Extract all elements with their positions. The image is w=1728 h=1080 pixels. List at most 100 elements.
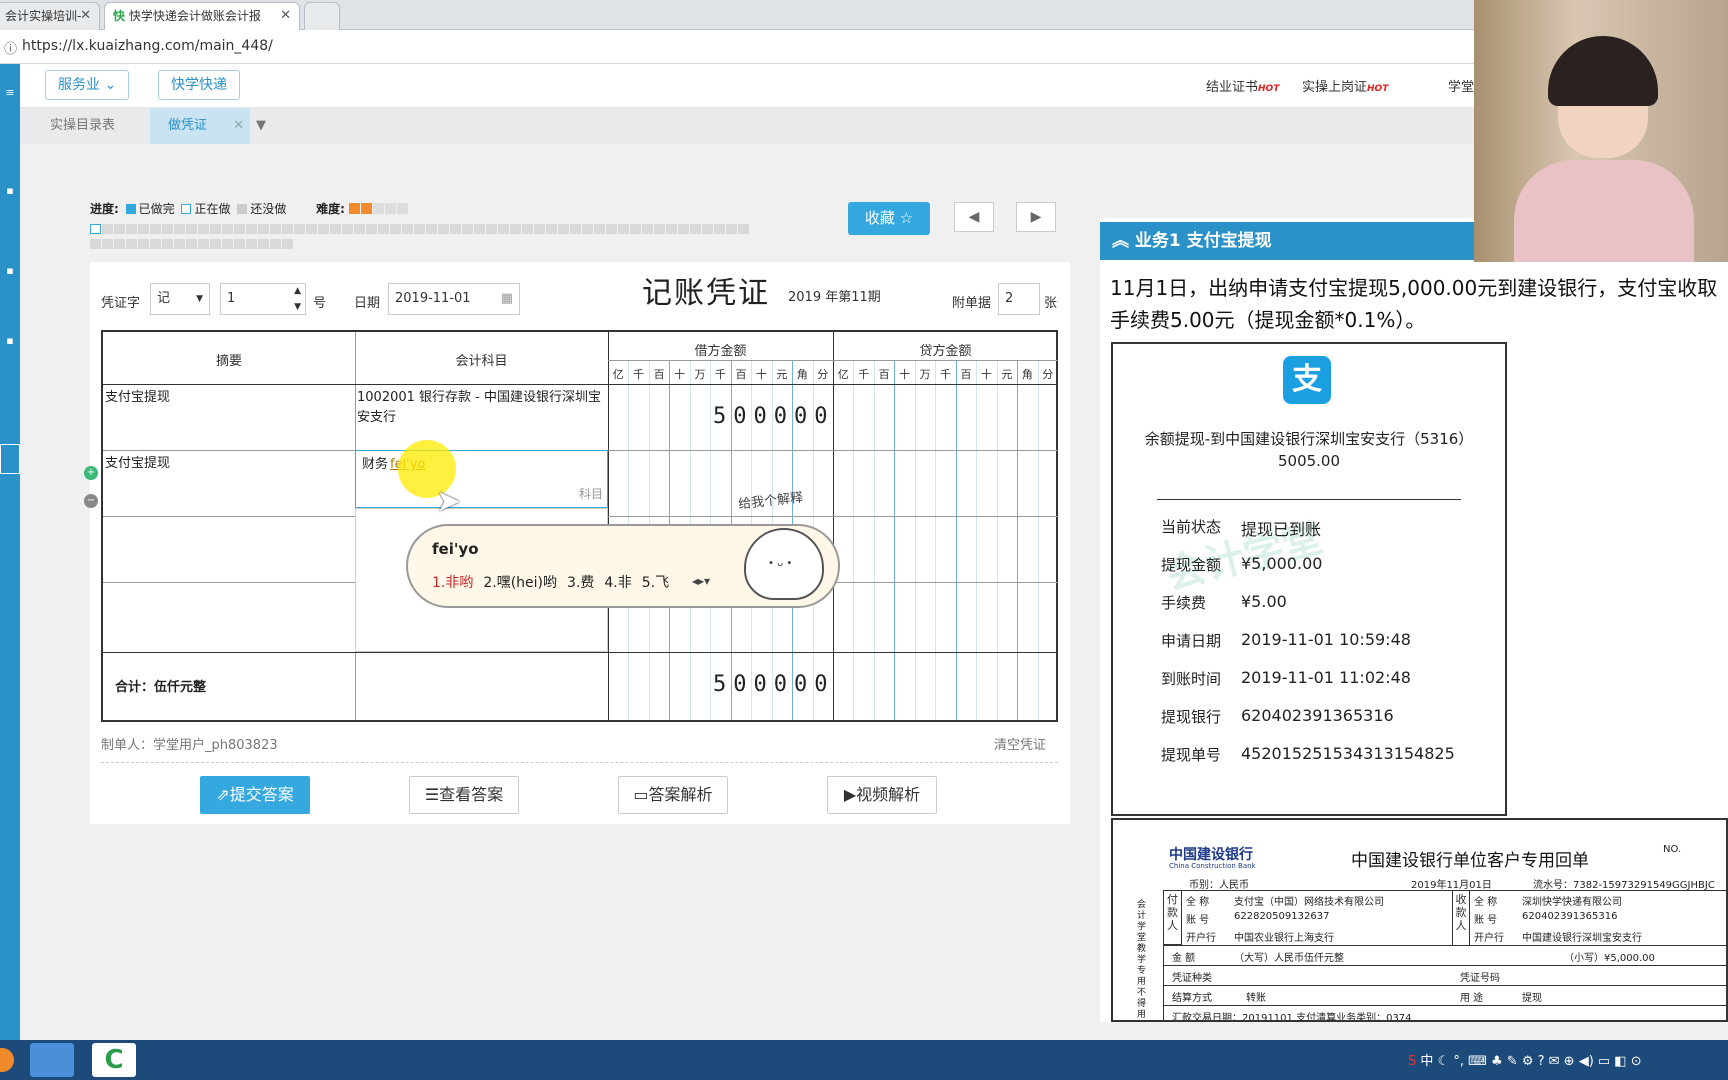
- sidebar-icon[interactable]: ≡: [0, 86, 20, 99]
- attach-count-input[interactable]: 2: [998, 283, 1040, 315]
- task-dot[interactable]: [210, 239, 221, 249]
- clear-voucher-link[interactable]: 清空凭证: [994, 734, 1046, 753]
- task-dot[interactable]: [198, 239, 209, 249]
- task-dot[interactable]: [522, 224, 533, 234]
- task-dot[interactable]: [282, 224, 293, 234]
- ime-candidate-popup[interactable]: fei'yo 1.非哟 2.嘿(hei)哟 3.费 4.非 5.飞 ◂▸▾ • ᴗ •: [406, 524, 840, 608]
- address-bar[interactable]: ⓘ https://lx.kuaizhang.com/main_448/: [0, 30, 1728, 64]
- task-dot[interactable]: [318, 224, 329, 234]
- app-c-icon[interactable]: C: [92, 1043, 136, 1077]
- task-dot[interactable]: [474, 224, 485, 234]
- task-dot[interactable]: [714, 224, 725, 234]
- row1-summary[interactable]: 支付宝提现: [105, 388, 353, 408]
- task-dot[interactable]: [594, 224, 605, 234]
- ime-candidate[interactable]: 2.嘿(hei)哟: [483, 575, 557, 591]
- sidebar-icon[interactable]: ▪: [0, 264, 20, 277]
- media-player-icon[interactable]: [30, 1043, 74, 1077]
- task-dot[interactable]: [126, 224, 137, 234]
- task-dot[interactable]: [558, 224, 569, 234]
- task-dot[interactable]: [282, 239, 293, 249]
- academy-link[interactable]: 学堂: [1448, 76, 1474, 95]
- new-tab-button[interactable]: [304, 2, 340, 30]
- ime-candidate[interactable]: 4.非: [604, 575, 631, 591]
- remove-row-icon[interactable]: −: [84, 494, 98, 508]
- task-dot[interactable]: [414, 224, 425, 234]
- sidebar-icon[interactable]: [0, 444, 20, 474]
- close-icon[interactable]: ✕: [280, 3, 291, 29]
- task-dot[interactable]: [90, 224, 101, 234]
- task-dot[interactable]: [702, 224, 713, 234]
- sidebar-icon[interactable]: ▪: [0, 334, 20, 347]
- voucher-number-stepper[interactable]: 1 ▲ ▼: [220, 283, 306, 315]
- task-dot[interactable]: [114, 239, 125, 249]
- task-dot[interactable]: [102, 224, 113, 234]
- task-dot[interactable]: [342, 224, 353, 234]
- task-dot[interactable]: [138, 239, 149, 249]
- task-dot[interactable]: [162, 239, 173, 249]
- task-dot[interactable]: [366, 224, 377, 234]
- ime-candidate[interactable]: 1.非哟: [432, 575, 473, 591]
- task-dot[interactable]: [690, 224, 701, 234]
- prev-button[interactable]: ◀: [954, 202, 994, 232]
- task-dot[interactable]: [390, 224, 401, 234]
- task-dot[interactable]: [210, 224, 221, 234]
- task-dot[interactable]: [570, 224, 581, 234]
- certificate-link[interactable]: 结业证书HOT: [1206, 76, 1279, 95]
- task-dot[interactable]: [486, 224, 497, 234]
- date-input[interactable]: 2019-11-01 ▦: [388, 283, 520, 315]
- browser-tab-active[interactable]: 快 快学快递会计做账会计报 ✕: [104, 2, 300, 30]
- close-icon[interactable]: ✕: [80, 3, 91, 29]
- task-dot[interactable]: [150, 239, 161, 249]
- video-analysis-button[interactable]: ▶视频解析: [827, 776, 937, 814]
- task-dot[interactable]: [306, 224, 317, 234]
- task-dot[interactable]: [606, 224, 617, 234]
- task-dot[interactable]: [438, 224, 449, 234]
- task-dot[interactable]: [234, 224, 245, 234]
- task-dot[interactable]: [642, 224, 653, 234]
- task-dot[interactable]: [402, 224, 413, 234]
- system-tray[interactable]: S 中 ☾ °, ⌨ ♣ ✎ ⚙ ? ✉ ⊕ ◀) ▭ ◧ ⊙: [1408, 1050, 1642, 1069]
- task-dot[interactable]: [126, 239, 137, 249]
- view-answer-button[interactable]: ☰查看答案: [409, 776, 519, 814]
- task-dot[interactable]: [270, 239, 281, 249]
- info-icon[interactable]: ⓘ: [4, 38, 17, 57]
- task-dot[interactable]: [666, 224, 677, 234]
- task-dot[interactable]: [186, 224, 197, 234]
- task-dot[interactable]: [270, 224, 281, 234]
- next-button[interactable]: ▶: [1016, 202, 1056, 232]
- task-dot[interactable]: [378, 224, 389, 234]
- task-dot[interactable]: [174, 224, 185, 234]
- calendar-icon[interactable]: ▦: [501, 284, 513, 314]
- row2-account-input[interactable]: 财务 fei'yo 科目: [355, 450, 608, 508]
- task-dot[interactable]: [738, 224, 749, 234]
- ime-page-arrows-icon[interactable]: ◂▸▾: [692, 574, 710, 588]
- browser-tab[interactable]: 会计实操培训- ✕: [0, 2, 100, 30]
- task-dot[interactable]: [162, 224, 173, 234]
- row2-summary[interactable]: 支付宝提现: [105, 454, 353, 474]
- task-dot[interactable]: [258, 239, 269, 249]
- task-dot[interactable]: [426, 224, 437, 234]
- task-dot[interactable]: [462, 224, 473, 234]
- task-dot[interactable]: [198, 224, 209, 234]
- task-dot[interactable]: [90, 239, 101, 249]
- sidebar-icon[interactable]: ▪: [0, 184, 20, 197]
- task-dot[interactable]: [582, 224, 593, 234]
- close-icon[interactable]: ✕: [233, 108, 244, 144]
- task-dot[interactable]: [150, 224, 161, 234]
- task-dot[interactable]: [498, 224, 509, 234]
- task-dot[interactable]: [186, 239, 197, 249]
- add-row-icon[interactable]: +: [84, 466, 98, 480]
- caret-down-icon[interactable]: ▼: [256, 108, 266, 144]
- tab-catalog[interactable]: 实操目录表: [26, 108, 139, 144]
- task-dot[interactable]: [726, 224, 737, 234]
- industry-dropdown[interactable]: 服务业 ⌄: [45, 70, 130, 100]
- task-dot[interactable]: [114, 224, 125, 234]
- submit-answer-button[interactable]: ⇗提交答案: [200, 776, 310, 814]
- collect-button[interactable]: 收藏 ☆: [848, 202, 930, 235]
- task-dot[interactable]: [258, 224, 269, 234]
- task-dot[interactable]: [222, 224, 233, 234]
- company-button[interactable]: 快学快递: [158, 70, 240, 100]
- answer-analysis-button[interactable]: ▭答案解析: [618, 776, 728, 814]
- url-text[interactable]: https://lx.kuaizhang.com/main_448/: [22, 38, 273, 54]
- task-dot[interactable]: [330, 224, 341, 234]
